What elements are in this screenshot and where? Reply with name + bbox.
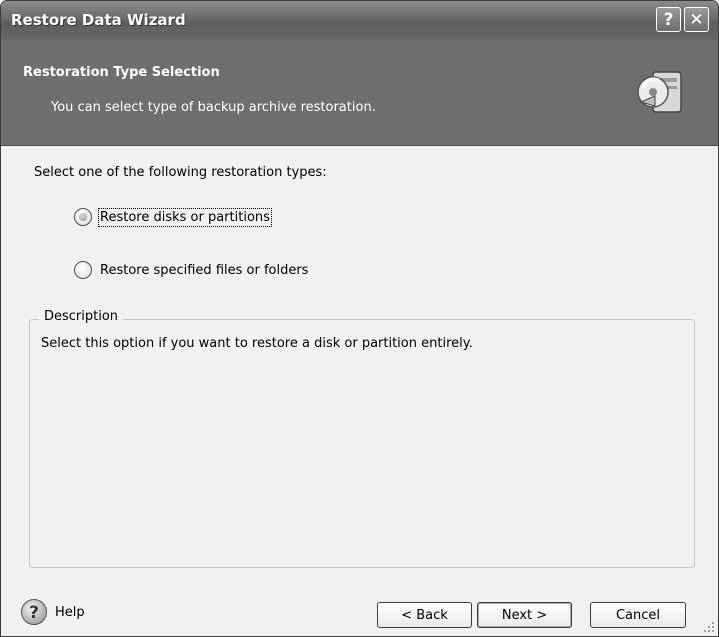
titlebar-help-button[interactable]: ? xyxy=(656,7,681,32)
titlebar-close-button[interactable]: ✕ xyxy=(684,7,709,32)
window-title: Restore Data Wizard xyxy=(11,11,186,29)
title-bar: Restore Data Wizard ? ✕ xyxy=(1,1,718,40)
option-restore-files[interactable]: Restore specified files or folders xyxy=(74,261,308,279)
help-label[interactable]: Help xyxy=(55,605,85,620)
option-restore-disks[interactable]: Restore disks or partitions xyxy=(74,207,272,227)
radio-restore-disks[interactable] xyxy=(74,208,92,226)
help-link[interactable]: ? Help xyxy=(21,599,85,625)
description-group: Description Select this option if you wa… xyxy=(29,309,695,568)
option-restore-disks-label[interactable]: Restore disks or partitions xyxy=(98,207,272,227)
restore-data-wizard-window: Restore Data Wizard ? ✕ Restoration Type… xyxy=(0,0,719,637)
banner-subtitle: You can select type of backup archive re… xyxy=(51,100,376,115)
description-legend: Description xyxy=(39,309,124,324)
description-text: Select this option if you want to restor… xyxy=(41,336,473,351)
restore-computer-icon xyxy=(637,71,682,113)
radio-restore-files[interactable] xyxy=(74,261,92,279)
option-restore-files-label[interactable]: Restore specified files or folders xyxy=(100,263,308,278)
resize-grip-icon[interactable] xyxy=(702,620,716,634)
next-button[interactable]: Next > xyxy=(477,602,572,628)
help-circle-icon[interactable]: ? xyxy=(21,599,47,625)
cancel-button[interactable]: Cancel xyxy=(590,602,686,628)
back-button[interactable]: < Back xyxy=(377,602,472,628)
restoration-type-prompt: Select one of the following restoration … xyxy=(34,165,327,180)
header-banner: Restoration Type Selection You can selec… xyxy=(1,40,718,146)
banner-title: Restoration Type Selection xyxy=(23,65,220,80)
